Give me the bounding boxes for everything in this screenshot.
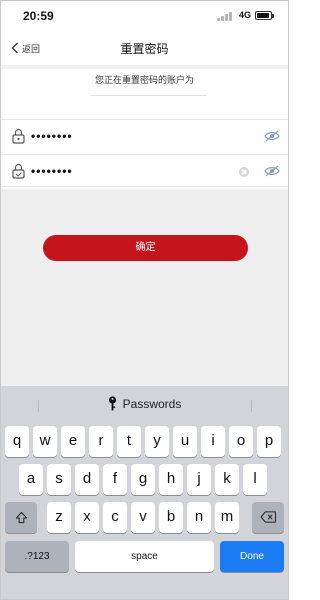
done-key[interactable]: Done	[220, 541, 284, 572]
key-z[interactable]: z	[47, 502, 71, 533]
new-password-row	[1, 119, 288, 152]
key-r[interactable]: r	[89, 426, 113, 457]
account-info-text: 您正在重置密码的账户为	[94, 75, 194, 85]
network-type: 4G	[239, 10, 252, 20]
lock-check-icon	[12, 163, 25, 179]
key-v[interactable]: v	[131, 502, 155, 533]
key-y[interactable]: y	[145, 426, 169, 457]
clear-icon[interactable]	[239, 167, 249, 177]
delete-key[interactable]	[252, 502, 284, 533]
key-c[interactable]: c	[103, 502, 127, 533]
key-p[interactable]: p	[257, 426, 281, 457]
signal-icon	[217, 12, 235, 21]
confirm-password-row	[1, 154, 288, 187]
key-s[interactable]: s	[47, 464, 71, 495]
key-k[interactable]: k	[215, 464, 239, 495]
key-q[interactable]: q	[5, 426, 29, 457]
key-u[interactable]: u	[173, 426, 197, 457]
shift-icon	[15, 511, 27, 524]
divider	[91, 95, 207, 96]
key-g[interactable]: g	[131, 464, 155, 495]
divider	[1, 65, 288, 69]
key-icon	[108, 396, 116, 411]
key-w[interactable]: w	[33, 426, 57, 457]
backspace-icon	[260, 511, 276, 523]
passwords-label: Passwords	[122, 396, 182, 411]
lock-icon	[12, 128, 25, 144]
key-e[interactable]: e	[61, 426, 85, 457]
key-b[interactable]: b	[159, 502, 183, 533]
space-key[interactable]: space	[75, 541, 214, 572]
key-i[interactable]: i	[201, 426, 225, 457]
nav-bar: 返回 重置密码	[1, 31, 288, 65]
key-d[interactable]: d	[75, 464, 99, 495]
confirm-button[interactable]: 确定	[43, 235, 248, 261]
confirm-password-field[interactable]	[31, 162, 221, 180]
key-x[interactable]: x	[75, 502, 99, 533]
eye-icon[interactable]	[264, 130, 280, 142]
divider	[251, 400, 252, 412]
key-m[interactable]: m	[215, 502, 239, 533]
page-title: 重置密码	[120, 42, 169, 56]
key-n[interactable]: n	[187, 502, 211, 533]
status-bar: 20:59 4G	[1, 1, 288, 31]
eye-icon[interactable]	[264, 165, 280, 177]
new-password-field[interactable]	[31, 127, 221, 145]
phone-screen: 20:59 4G 返回 重置密码 您正在重置密码的账户为 •••••••• ••…	[0, 0, 289, 600]
key-o[interactable]: o	[229, 426, 253, 457]
content-background	[1, 189, 288, 386]
key-h[interactable]: h	[159, 464, 183, 495]
numbers-key[interactable]: .?123	[5, 541, 69, 572]
key-j[interactable]: j	[187, 464, 211, 495]
key-f[interactable]: f	[103, 464, 127, 495]
key-a[interactable]: a	[19, 464, 43, 495]
shift-key[interactable]	[5, 502, 37, 533]
status-time: 20:59	[23, 9, 54, 23]
key-t[interactable]: t	[117, 426, 141, 457]
keyboard: Passwords q w e r t y u i o p a s d f g …	[1, 386, 288, 599]
battery-icon	[255, 11, 274, 20]
key-l[interactable]: l	[243, 464, 267, 495]
keyboard-suggestion-bar: Passwords	[1, 386, 288, 422]
passwords-suggestion[interactable]: Passwords	[1, 396, 288, 411]
